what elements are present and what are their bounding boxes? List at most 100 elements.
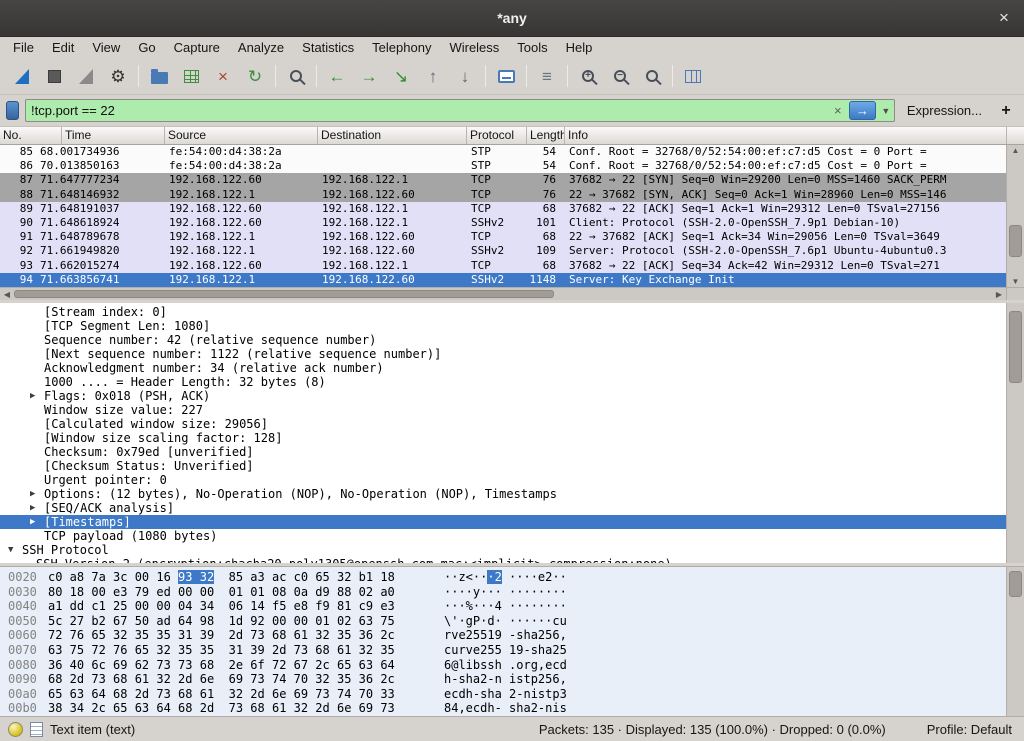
detail-line[interactable]: Checksum: 0x79ed [unverified] — [0, 445, 1006, 459]
zoom-out-button[interactable] — [604, 61, 636, 91]
packet-row[interactable]: 9471.663856741192.168.122.1192.168.122.6… — [0, 273, 1006, 287]
column-header-time[interactable]: Time — [62, 127, 165, 144]
packet-row[interactable]: 9071.648618924192.168.122.60192.168.122.… — [0, 216, 1006, 230]
detail-line[interactable]: 1000 .... = Header Length: 32 bytes (8) — [0, 375, 1006, 389]
hex-ascii[interactable]: curve255 19-sha25 — [444, 643, 567, 657]
expert-info-icon[interactable] — [8, 722, 23, 737]
packet-row[interactable]: 8871.648146932192.168.122.1192.168.122.6… — [0, 188, 1006, 202]
menu-view[interactable]: View — [83, 38, 129, 57]
start-capture-button[interactable] — [6, 61, 38, 91]
hex-row[interactable]: 00505c 27 b2 67 50 ad 64 98 1d 92 00 00 … — [0, 614, 1006, 629]
detail-line[interactable]: TCP payload (1080 bytes) — [0, 529, 1006, 543]
column-header-source[interactable]: Source — [165, 127, 318, 144]
packet-row[interactable]: 8670.013850163fe:54:00:d4:38:2aSTP54Conf… — [0, 159, 1006, 173]
scroll-left-arrow-icon[interactable]: ◀ — [0, 290, 14, 299]
detail-line[interactable]: [Next sequence number: 1122 (relative se… — [0, 347, 1006, 361]
menu-capture[interactable]: Capture — [165, 38, 229, 57]
go-forward-button[interactable]: → — [353, 61, 385, 91]
detail-line[interactable]: Acknowledgment number: 34 (relative ack … — [0, 361, 1006, 375]
packet-list-vertical-scrollbar[interactable]: ▲ ▼ — [1006, 145, 1024, 287]
detail-line[interactable]: [Checksum Status: Unverified] — [0, 459, 1006, 473]
packet-row[interactable]: 8771.647777234192.168.122.60192.168.122.… — [0, 173, 1006, 187]
filter-apply-button[interactable]: → — [849, 101, 876, 120]
detail-line[interactable]: ▶[SEQ/ACK analysis] — [0, 501, 1006, 515]
hex-bytes[interactable]: 38 34 2c 65 63 64 68 2d 73 68 61 32 2d 6… — [48, 701, 444, 716]
column-header-destination[interactable]: Destination — [318, 127, 467, 144]
detail-line[interactable]: [Stream index: 0] — [0, 305, 1006, 319]
close-icon[interactable]: × — [994, 8, 1014, 28]
menu-statistics[interactable]: Statistics — [293, 38, 363, 57]
expand-arrow-icon[interactable]: ▶ — [30, 517, 35, 527]
go-last-button[interactable]: ↓ — [449, 61, 481, 91]
detail-line[interactable]: [Calculated window size: 29056] — [0, 417, 1006, 431]
hex-row[interactable]: 0040a1 dd c1 25 00 00 04 34 06 14 f5 e8 … — [0, 599, 1006, 614]
find-packet-button[interactable] — [280, 61, 312, 91]
detail-line[interactable]: ▼SSH Protocol — [0, 543, 1006, 557]
collapse-arrow-icon[interactable]: ▼ — [8, 545, 13, 555]
menu-help[interactable]: Help — [557, 38, 602, 57]
stop-capture-button[interactable] — [38, 61, 70, 91]
menu-telephony[interactable]: Telephony — [363, 38, 440, 57]
hex-ascii[interactable]: rve25519 -sha256, — [444, 628, 567, 642]
hex-row[interactable]: 00b038 34 2c 65 63 64 68 2d 73 68 61 32 … — [0, 701, 1006, 716]
menu-edit[interactable]: Edit — [43, 38, 83, 57]
menu-analyze[interactable]: Analyze — [229, 38, 293, 57]
hex-bytes[interactable]: 68 2d 73 68 61 32 2d 6e 69 73 74 70 32 3… — [48, 672, 444, 687]
hex-row[interactable]: 0020c0 a8 7a 3c 00 16 93 32 85 a3 ac c0 … — [0, 570, 1006, 585]
detail-line[interactable]: ▶Options: (12 bytes), No-Operation (NOP)… — [0, 487, 1006, 501]
hex-bytes[interactable]: a1 dd c1 25 00 00 04 34 06 14 f5 e8 f9 8… — [48, 599, 444, 614]
zoom-in-button[interactable] — [572, 61, 604, 91]
add-filter-button[interactable]: + — [994, 102, 1018, 120]
expression-button[interactable]: Expression... — [901, 103, 988, 118]
hex-bytes[interactable]: 63 75 72 76 65 32 35 35 31 39 2d 73 68 6… — [48, 643, 444, 658]
detail-line[interactable]: ▶[Timestamps] — [0, 515, 1006, 529]
hex-bytes[interactable]: 5c 27 b2 67 50 ad 64 98 1d 92 00 00 01 0… — [48, 614, 444, 629]
detail-line[interactable]: Window size value: 227 — [0, 403, 1006, 417]
packet-list-horizontal-scrollbar[interactable]: ◀ ▶ — [0, 287, 1024, 300]
packet-row[interactable]: 9171.648789678192.168.122.1192.168.122.6… — [0, 230, 1006, 244]
menu-go[interactable]: Go — [129, 38, 164, 57]
hex-bytes[interactable]: c0 a8 7a 3c 00 16 93 32 85 a3 ac c0 65 3… — [48, 570, 444, 585]
column-header-info[interactable]: Info — [565, 127, 1006, 144]
packet-row[interactable]: 9371.662015274192.168.122.60192.168.122.… — [0, 259, 1006, 273]
column-header-length[interactable]: Length — [527, 127, 565, 144]
hex-ascii[interactable]: ····y··· ········ — [444, 585, 567, 599]
hex-ascii[interactable]: ···%···4 ········ — [444, 599, 567, 613]
capture-comment-icon[interactable] — [30, 722, 43, 737]
zoom-original-button[interactable] — [636, 61, 668, 91]
reload-file-button[interactable]: ↻ — [239, 61, 271, 91]
filter-input[interactable] — [31, 103, 829, 118]
scrollbar-thumb[interactable] — [1009, 571, 1022, 597]
hex-ascii[interactable]: h-sha2-n istp256, — [444, 672, 567, 686]
detail-line[interactable]: Urgent pointer: 0 — [0, 473, 1006, 487]
detail-line[interactable]: ▶Flags: 0x018 (PSH, ACK) — [0, 389, 1006, 403]
scroll-up-arrow-icon[interactable]: ▲ — [1007, 146, 1024, 155]
packet-row[interactable]: 9271.661949820192.168.122.1192.168.122.6… — [0, 244, 1006, 258]
hex-row[interactable]: 007063 75 72 76 65 32 35 35 31 39 2d 73 … — [0, 643, 1006, 658]
close-file-button[interactable]: × — [207, 61, 239, 91]
packet-row[interactable]: 8971.648191037192.168.122.60192.168.122.… — [0, 202, 1006, 216]
hex-ascii[interactable]: ··z<···2 ····e2·· — [444, 570, 567, 584]
detail-line[interactable]: Sequence number: 42 (relative sequence n… — [0, 333, 1006, 347]
hex-row[interactable]: 008036 40 6c 69 62 73 73 68 2e 6f 72 67 … — [0, 658, 1006, 673]
packet-row[interactable]: 8568.001734936fe:54:00:d4:38:2aSTP54Conf… — [0, 145, 1006, 159]
hex-ascii[interactable]: 6@libssh .org,ecd — [444, 658, 567, 672]
resize-columns-button[interactable] — [677, 61, 709, 91]
details-vertical-scrollbar[interactable] — [1006, 303, 1024, 563]
hex-bytes[interactable]: 36 40 6c 69 62 73 73 68 2e 6f 72 67 2c 6… — [48, 658, 444, 673]
menu-wireless[interactable]: Wireless — [440, 38, 508, 57]
capture-options-button[interactable]: ⚙ — [102, 61, 134, 91]
hex-ascii[interactable]: ecdh-sha 2-nistp3 — [444, 687, 567, 701]
detail-line[interactable]: [TCP Segment Len: 1080] — [0, 319, 1006, 333]
auto-scroll-button[interactable] — [490, 61, 522, 91]
scrollbar-thumb[interactable] — [1009, 311, 1022, 383]
expand-arrow-icon[interactable]: ▶ — [30, 489, 35, 499]
hex-row[interactable]: 00a065 63 64 68 2d 73 68 61 32 2d 6e 69 … — [0, 687, 1006, 702]
hex-row[interactable]: 006072 76 65 32 35 35 31 39 2d 73 68 61 … — [0, 628, 1006, 643]
scrollbar-thumb[interactable] — [1009, 225, 1022, 257]
detail-line[interactable]: SSH Version 2 (encryption:chacha20-poly1… — [0, 557, 1006, 563]
hex-ascii[interactable]: 84,ecdh- sha2-nis — [444, 701, 567, 715]
scroll-down-arrow-icon[interactable]: ▼ — [1007, 277, 1024, 286]
titlebar[interactable]: *any × — [0, 0, 1024, 37]
column-header-protocol[interactable]: Protocol — [467, 127, 527, 144]
